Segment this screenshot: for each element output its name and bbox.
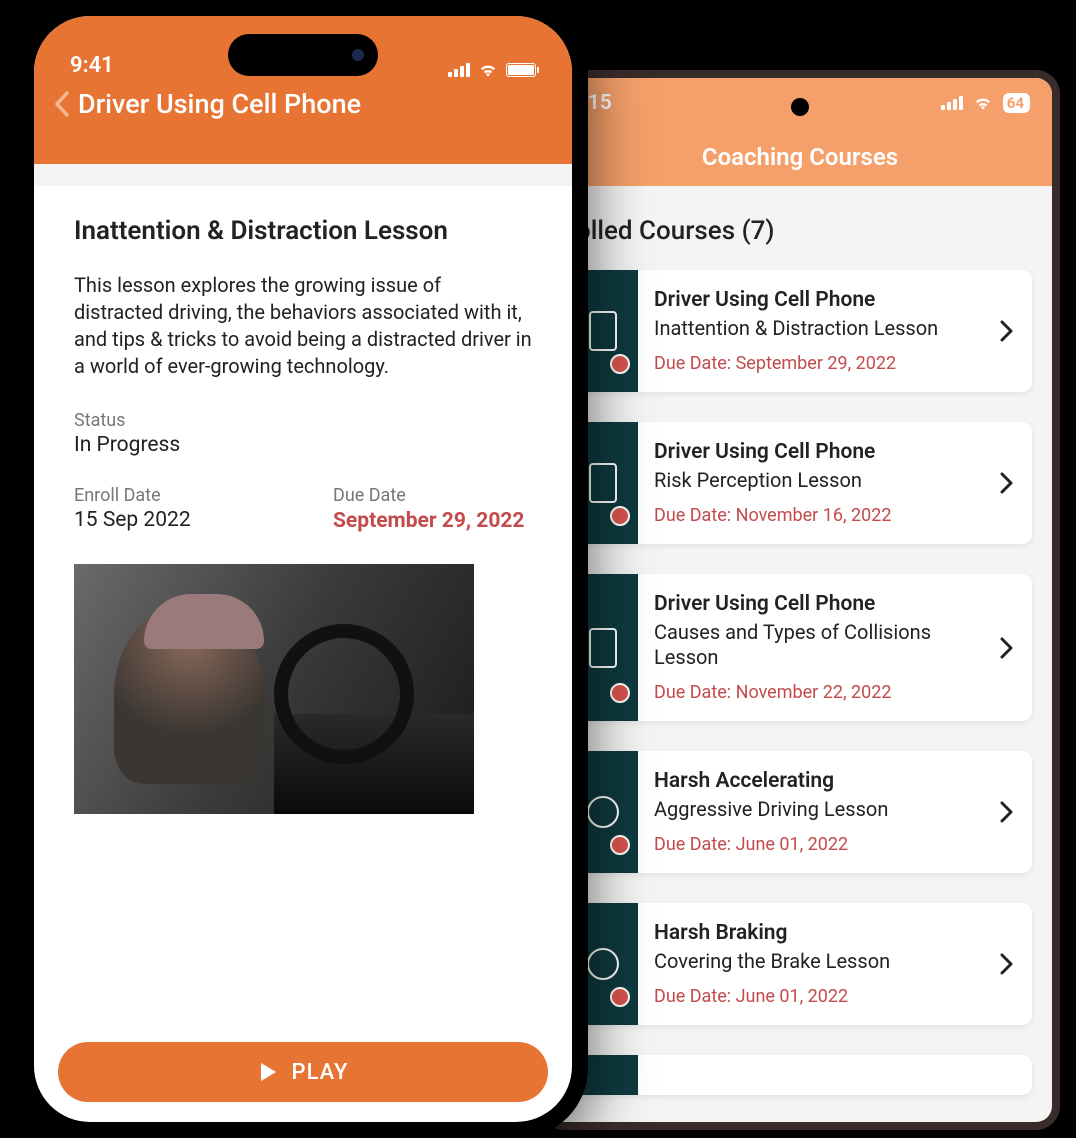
course-due-date: Due Date: June 01, 2022 (654, 986, 966, 1007)
signal-icon (448, 63, 470, 77)
phone-icon (589, 628, 617, 668)
course-title: Driver Using Cell Phone (654, 592, 966, 616)
course-subtitle: Covering the Brake Lesson (654, 949, 966, 974)
phone-icon (589, 463, 617, 503)
battery-indicator: 64 (1003, 93, 1030, 113)
section-heading: olled Courses (7) (568, 216, 1032, 246)
status-value: In Progress (74, 433, 532, 457)
battery-icon (506, 63, 536, 77)
chevron-right-icon (982, 751, 1032, 873)
chevron-right-icon (982, 574, 1032, 721)
play-icon (258, 1061, 278, 1083)
due-date-value: September 29, 2022 (333, 508, 532, 534)
course-due-date: Due Date: November 22, 2022 (654, 682, 966, 703)
content-separator (34, 164, 572, 186)
course-title: Driver Using Cell Phone (654, 440, 966, 464)
video-badge-icon (610, 683, 630, 703)
wifi-icon (478, 62, 498, 78)
lesson-description: This lesson explores the growing issue o… (74, 272, 532, 380)
lesson-detail-area[interactable]: Inattention & Distraction Lesson This le… (34, 186, 572, 814)
course-title: Driver Using Cell Phone (654, 288, 966, 312)
courses-scroll-area[interactable]: olled Courses (7) Driver Using Cell Phon… (548, 186, 1052, 1095)
ios-nav-bar: Driver Using Cell Phone (34, 86, 572, 164)
android-camera-cutout (791, 98, 809, 116)
course-card[interactable] (568, 1055, 1032, 1095)
lesson-hero-image (74, 564, 474, 814)
course-due-date: Due Date: September 29, 2022 (654, 353, 966, 374)
brake-icon (587, 948, 619, 980)
gear-icon (587, 796, 619, 828)
status-label: Status (74, 410, 532, 431)
chevron-right-icon (982, 422, 1032, 544)
iphone-screen: 9:41 Driver Using Cell Phone Inattention… (34, 16, 572, 1122)
enroll-date-label: Enroll Date (74, 485, 273, 506)
chevron-right-icon (982, 903, 1032, 1025)
page-title: Driver Using Cell Phone (78, 88, 361, 120)
course-card[interactable]: Driver Using Cell Phone Causes and Types… (568, 574, 1032, 721)
course-card[interactable]: Driver Using Cell Phone Inattention & Di… (568, 270, 1032, 392)
page-title: Coaching Courses (702, 143, 898, 171)
lesson-title: Inattention & Distraction Lesson (74, 216, 532, 246)
enroll-date-value: 15 Sep 2022 (74, 508, 273, 532)
android-nav-bar: k Coaching Courses (548, 128, 1052, 186)
status-time: 9:41 (70, 53, 114, 78)
dynamic-island (228, 34, 378, 76)
course-card[interactable]: Harsh Braking Covering the Brake Lesson … (568, 903, 1032, 1025)
iphone-device-frame: 9:41 Driver Using Cell Phone Inattention… (18, 0, 588, 1138)
due-date-label: Due Date (333, 485, 532, 506)
android-device-frame: 2:15 64 k Coaching Courses olled Courses… (540, 70, 1060, 1130)
android-screen: 2:15 64 k Coaching Courses olled Courses… (548, 78, 1052, 1122)
course-card[interactable]: Driver Using Cell Phone Risk Perception … (568, 422, 1032, 544)
course-subtitle: Risk Perception Lesson (654, 468, 966, 493)
video-badge-icon (610, 835, 630, 855)
course-title: Harsh Braking (654, 921, 966, 945)
video-badge-icon (610, 354, 630, 374)
chevron-right-icon (982, 270, 1032, 392)
phone-icon (589, 311, 617, 351)
course-subtitle: Causes and Types of Collisions Lesson (654, 620, 966, 670)
video-badge-icon (610, 506, 630, 526)
course-card[interactable]: Harsh Accelerating Aggressive Driving Le… (568, 751, 1032, 873)
back-button[interactable] (54, 90, 70, 126)
video-badge-icon (610, 987, 630, 1007)
wifi-icon (973, 95, 993, 111)
play-button[interactable]: PLAY (58, 1042, 548, 1102)
course-subtitle: Aggressive Driving Lesson (654, 797, 966, 822)
course-due-date: Due Date: November 16, 2022 (654, 505, 966, 526)
course-due-date: Due Date: June 01, 2022 (654, 834, 966, 855)
course-title: Harsh Accelerating (654, 769, 966, 793)
play-button-label: PLAY (292, 1060, 349, 1085)
course-subtitle: Inattention & Distraction Lesson (654, 316, 966, 341)
signal-icon (941, 96, 963, 110)
